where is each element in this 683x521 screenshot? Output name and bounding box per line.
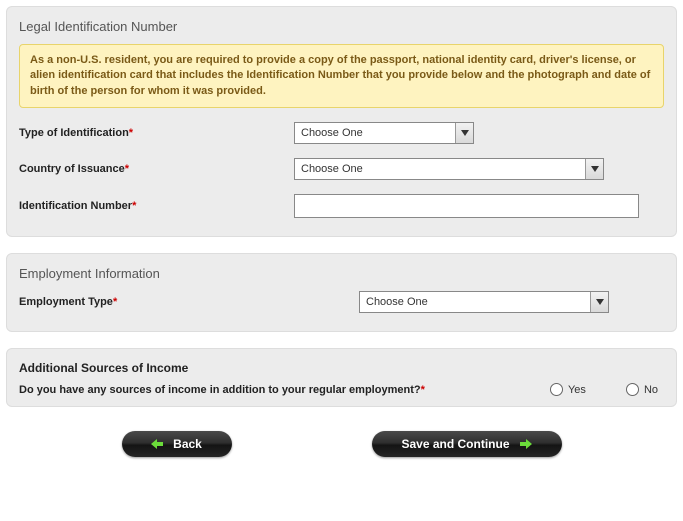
- legal-panel-title: Legal Identification Number: [19, 19, 664, 34]
- select-value: Choose One: [360, 296, 590, 308]
- chevron-down-icon: [455, 123, 473, 143]
- label-text: Employment Type: [19, 296, 113, 308]
- required-asterisk: *: [132, 200, 136, 212]
- question-text-content: Do you have any sources of income in add…: [19, 384, 421, 396]
- select-value: Choose One: [295, 127, 455, 139]
- chevron-down-icon: [590, 292, 608, 312]
- employment-information-panel: Employment Information Employment Type* …: [6, 253, 677, 332]
- chevron-down-icon: [585, 159, 603, 179]
- employment-type-label: Employment Type*: [19, 296, 359, 308]
- required-asterisk: *: [125, 163, 129, 175]
- label-text: Country of Issuance: [19, 163, 125, 175]
- employment-type-row: Employment Type* Choose One: [19, 291, 664, 313]
- country-of-issuance-select[interactable]: Choose One: [294, 158, 604, 180]
- select-value: Choose One: [295, 163, 585, 175]
- radio-icon: [550, 383, 563, 396]
- employment-panel-title: Employment Information: [19, 266, 664, 281]
- radio-icon: [626, 383, 639, 396]
- additional-income-question-row: Do you have any sources of income in add…: [19, 383, 664, 396]
- additional-income-panel: Additional Sources of Income Do you have…: [6, 348, 677, 407]
- label-text: Type of Identification: [19, 127, 129, 139]
- label-text: Identification Number: [19, 200, 132, 212]
- type-of-identification-label: Type of Identification*: [19, 127, 294, 139]
- income-yes-radio[interactable]: Yes: [550, 383, 586, 396]
- required-asterisk: *: [421, 384, 425, 396]
- additional-income-heading: Additional Sources of Income: [19, 361, 664, 375]
- button-label: Save and Continue: [401, 437, 509, 451]
- legal-identification-panel: Legal Identification Number As a non-U.S…: [6, 6, 677, 237]
- country-of-issuance-row: Country of Issuance* Choose One: [19, 158, 664, 180]
- form-button-row: Back Save and Continue: [0, 431, 683, 457]
- income-no-radio[interactable]: No: [626, 383, 658, 396]
- employment-type-select[interactable]: Choose One: [359, 291, 609, 313]
- identification-number-input[interactable]: [294, 194, 639, 218]
- legal-notice: As a non-U.S. resident, you are required…: [19, 44, 664, 108]
- type-of-identification-select[interactable]: Choose One: [294, 122, 474, 144]
- arrow-left-icon: [151, 439, 163, 449]
- type-of-identification-row: Type of Identification* Choose One: [19, 122, 664, 144]
- additional-income-question: Do you have any sources of income in add…: [19, 384, 550, 396]
- country-of-issuance-label: Country of Issuance*: [19, 163, 294, 175]
- identification-number-row: Identification Number*: [19, 194, 664, 218]
- additional-income-radio-group: Yes No: [550, 383, 664, 396]
- button-label: Back: [173, 437, 202, 451]
- required-asterisk: *: [129, 127, 133, 139]
- arrow-right-icon: [520, 439, 532, 449]
- identification-number-label: Identification Number*: [19, 200, 294, 212]
- required-asterisk: *: [113, 296, 117, 308]
- save-continue-button[interactable]: Save and Continue: [372, 431, 562, 457]
- back-button[interactable]: Back: [122, 431, 232, 457]
- radio-label: Yes: [568, 384, 586, 396]
- radio-label: No: [644, 384, 658, 396]
